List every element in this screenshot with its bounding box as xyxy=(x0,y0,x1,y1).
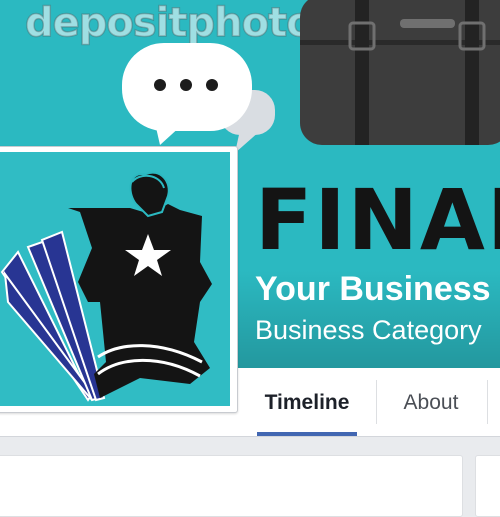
briefcase-icon xyxy=(300,0,500,145)
business-name: Your Business xyxy=(255,270,491,308)
tab-timeline[interactable]: Timeline xyxy=(257,368,357,436)
tab-about-label: About xyxy=(403,391,459,414)
tab-divider xyxy=(376,380,377,424)
profile-picture[interactable] xyxy=(0,152,230,406)
active-tab-indicator xyxy=(257,432,357,436)
tab-about[interactable]: About xyxy=(385,368,477,436)
superhero-logo xyxy=(0,171,212,402)
content-card xyxy=(0,455,463,517)
tab-timeline-label: Timeline xyxy=(264,391,350,414)
tab-divider xyxy=(487,380,488,424)
business-category: Business Category xyxy=(255,315,482,345)
brand-title: FINAN xyxy=(255,171,500,269)
content-card xyxy=(475,455,500,517)
